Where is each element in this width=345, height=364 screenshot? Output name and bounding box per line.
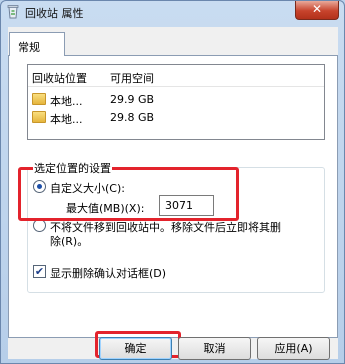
list-item[interactable]: 本地... 29.9 GB (28, 91, 324, 109)
list-header: 回收站位置 可用空间 (28, 65, 324, 87)
no-move-label-line2[interactable]: 除(R)。 (50, 233, 88, 249)
column-header-location[interactable]: 回收站位置 (32, 70, 87, 86)
recycle-bin-location-list[interactable]: 回收站位置 可用空间 本地... 29.9 GB 本地... 29.8 GB (27, 64, 325, 140)
free-space-value: 29.9 GB (110, 93, 155, 106)
recycle-bin-properties-window: 回收站 属性 ✕ 常规 回收站位置 可用空间 本地... 29.9 GB 本地.… (0, 0, 345, 364)
location-name: 本地... (50, 95, 83, 108)
close-icon: ✕ (311, 2, 323, 16)
drive-folder-icon (32, 93, 46, 105)
tab-general-label: 常规 (18, 41, 40, 54)
ok-button[interactable]: 确定 (99, 337, 172, 360)
tab-general[interactable]: 常规 (9, 32, 65, 56)
check-icon: ✔ (34, 265, 45, 278)
list-item[interactable]: 本地... 29.8 GB (28, 109, 324, 127)
free-space-value: 29.8 GB (110, 111, 155, 124)
window-title: 回收站 属性 (25, 7, 84, 20)
column-header-free-space[interactable]: 可用空间 (110, 70, 154, 86)
close-button[interactable]: ✕ (295, 1, 339, 20)
apply-button[interactable]: 应用(A) (257, 337, 330, 360)
dialog-client-area: 常规 回收站位置 可用空间 本地... 29.9 GB 本地... 29.8 G… (8, 27, 338, 359)
title-bar[interactable]: 回收站 属性 ✕ (1, 1, 344, 23)
confirm-delete-label[interactable]: 显示删除确认对话框(D) (50, 265, 166, 281)
confirm-delete-checkbox[interactable]: ✔ (33, 265, 46, 278)
settings-group-title: 选定位置的设置 (33, 160, 112, 176)
location-name: 本地... (50, 113, 83, 126)
drive-folder-icon (32, 111, 46, 123)
cancel-button[interactable]: 取消 (178, 337, 251, 360)
recycle-bin-icon (7, 5, 19, 19)
